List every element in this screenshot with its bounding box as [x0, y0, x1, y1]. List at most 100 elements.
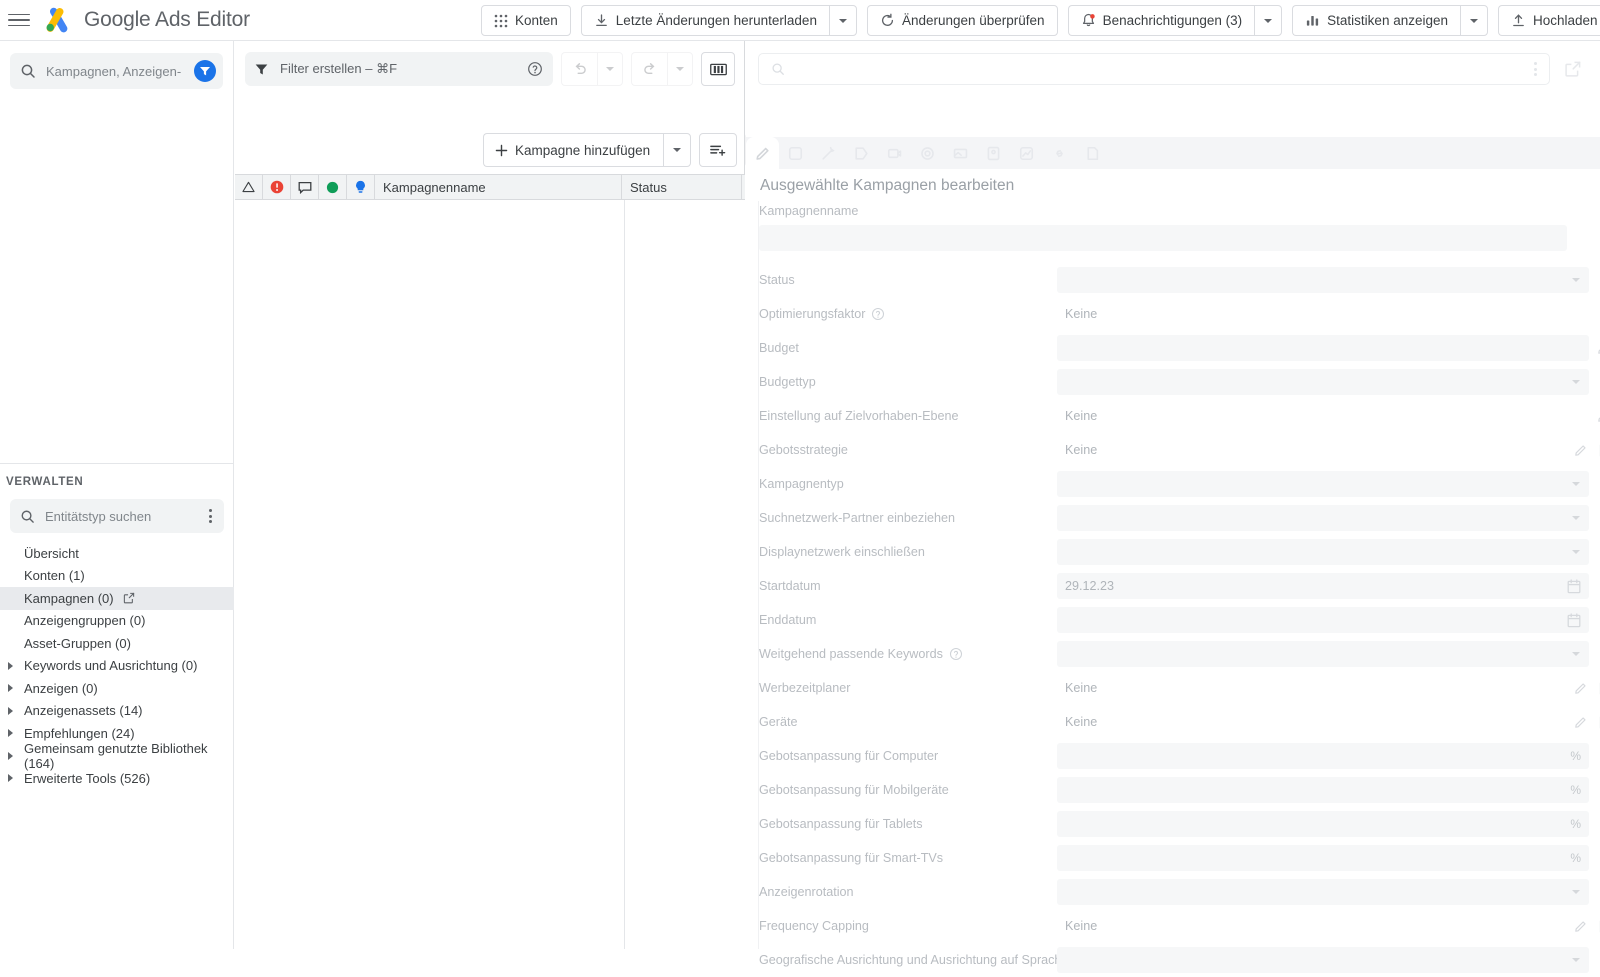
expand-arrow-icon[interactable] [8, 774, 13, 783]
warning-triangle-icon[interactable] [235, 174, 263, 200]
field-select-1[interactable] [1057, 267, 1589, 293]
tab-page-tab[interactable] [1076, 137, 1109, 169]
help-icon[interactable] [871, 307, 885, 321]
entity-type-search-input[interactable]: Entitätstyp suchen [10, 499, 224, 533]
redo-button[interactable] [631, 52, 667, 86]
field-select-21[interactable] [1057, 947, 1589, 973]
open-external-icon[interactable] [123, 592, 135, 604]
filter-icon-button[interactable] [194, 60, 216, 82]
tab-image-tab[interactable] [944, 137, 977, 169]
form-row-2: Optimierungsfaktor Keine [759, 297, 1589, 331]
field-select-9[interactable] [1057, 539, 1589, 565]
field-percent-15[interactable]: % [1057, 743, 1589, 769]
expand-arrow-icon[interactable] [8, 706, 13, 715]
field-input-3[interactable] [1057, 335, 1600, 361]
notifications-button[interactable]: Benachrichtigungen (3) [1067, 5, 1255, 36]
tab-magic-tab[interactable] [812, 137, 845, 169]
field-label-6: Gebotsstrategie [759, 443, 1057, 457]
field-select-12[interactable] [1057, 641, 1589, 667]
download-recent-changes-button[interactable]: Letzte Änderungen herunterladen [580, 5, 829, 36]
field-percent-16[interactable]: % [1057, 777, 1589, 803]
edit-panel-more-options-icon[interactable] [1530, 60, 1541, 78]
calendar-icon[interactable] [1567, 578, 1581, 594]
show-statistics-button[interactable]: Statistiken anzeigen [1292, 5, 1460, 36]
sidebar-item-6[interactable]: Anzeigen (0) [0, 677, 234, 700]
sidebar-item-9[interactable]: Gemeinsam genutzte Bibliothek (164) [0, 741, 234, 771]
field-percent-18[interactable]: % [1057, 845, 1589, 871]
sidebar-item-4[interactable]: Asset-Gruppen (0) [0, 632, 234, 655]
field-select-4[interactable] [1057, 369, 1589, 395]
location-icon [985, 145, 1002, 162]
bar-chart-icon [1305, 13, 1320, 28]
tab-target-tab[interactable] [911, 137, 944, 169]
column-header-campaign-name[interactable]: Kampagnenname [375, 174, 622, 200]
field-text-20[interactable]: Keine [1057, 913, 1600, 939]
open-external-icon[interactable] [1558, 54, 1588, 84]
edit-pencil-icon[interactable] [1596, 409, 1600, 424]
column-header-status[interactable]: Status [622, 174, 742, 200]
download-recent-changes-dropdown[interactable] [828, 5, 857, 36]
campaign-table-body[interactable] [235, 200, 745, 949]
statistics-dropdown[interactable] [1460, 5, 1488, 36]
green-dot-icon[interactable] [319, 174, 347, 200]
field-percent-17[interactable]: % [1057, 811, 1589, 837]
edit-pencil-icon[interactable] [1573, 681, 1588, 696]
column-divider-name[interactable] [624, 200, 625, 949]
field-date-11[interactable] [1057, 607, 1589, 633]
accounts-button[interactable]: Konten [481, 5, 571, 36]
field-text-13[interactable]: Keine [1057, 675, 1600, 701]
sidebar-item-0[interactable]: Übersicht [0, 542, 234, 565]
expand-arrow-icon[interactable] [8, 751, 13, 760]
check-changes-button[interactable]: Änderungen überprüfen [866, 5, 1058, 36]
notifications-dropdown[interactable] [1254, 5, 1283, 36]
add-campaign-dropdown[interactable] [663, 133, 692, 167]
tab-location-tab[interactable] [977, 137, 1010, 169]
redo-dropdown[interactable] [667, 52, 693, 86]
sidebar-item-1[interactable]: Konten (1) [0, 565, 234, 588]
create-filter-input[interactable]: Filter erstellen – ⌘F [245, 52, 553, 86]
help-icon[interactable] [949, 647, 963, 661]
help-icon[interactable] [527, 61, 543, 77]
sidebar-item-5[interactable]: Keywords und Ausrichtung (0) [0, 655, 234, 678]
sidebar-item-7[interactable]: Anzeigenassets (14) [0, 700, 234, 723]
field-date-10[interactable]: 29.12.23 [1057, 573, 1589, 599]
campaign-name-input[interactable] [759, 225, 1567, 251]
sidebar-item-3[interactable]: Anzeigengruppen (0) [0, 610, 234, 633]
error-circle-icon[interactable] [263, 174, 291, 200]
undo-dropdown[interactable] [597, 52, 623, 86]
expand-arrow-icon[interactable] [8, 729, 13, 738]
tab-edit-tab[interactable] [746, 137, 779, 169]
upload-button[interactable]: Hochladen [1498, 5, 1600, 36]
sidebar-item-10[interactable]: Erweiterte Tools (526) [0, 767, 234, 790]
edit-pencil-icon[interactable] [1573, 715, 1588, 730]
expand-arrow-icon[interactable] [8, 684, 13, 693]
field-text-14[interactable]: Keine [1057, 709, 1600, 735]
field-text-6[interactable]: Keine [1057, 437, 1600, 463]
menu-icon[interactable] [8, 9, 30, 31]
edit-pencil-icon[interactable] [1573, 443, 1588, 458]
columns-button[interactable] [701, 52, 735, 86]
field-value: Keine [1065, 715, 1098, 729]
undo-button[interactable] [561, 52, 597, 86]
lightbulb-icon[interactable] [347, 174, 375, 200]
expand-arrow-icon[interactable] [8, 661, 13, 670]
edit-panel-search-input[interactable] [758, 53, 1550, 85]
tab-tag-tab[interactable] [845, 137, 878, 169]
calendar-icon[interactable] [1567, 612, 1581, 628]
tab-video-tab[interactable] [878, 137, 911, 169]
field-select-19[interactable] [1057, 879, 1589, 905]
edit-pencil-icon[interactable] [1573, 919, 1588, 934]
add-campaign-button[interactable]: Kampagne hinzufügen [483, 133, 664, 167]
sidebar-item-2[interactable]: Kampagnen (0) [0, 587, 234, 610]
more-options-icon[interactable] [205, 507, 216, 525]
edit-pencil-icon[interactable] [1596, 341, 1600, 356]
field-select-7[interactable] [1057, 471, 1589, 497]
field-text-5[interactable]: Keine [1057, 403, 1600, 429]
field-select-8[interactable] [1057, 505, 1589, 531]
tab-link-tab[interactable] [1043, 137, 1076, 169]
make-multiple-changes-button[interactable] [699, 133, 738, 167]
global-search-input[interactable]: Kampagnen, Anzeigen- oder ... [10, 53, 223, 89]
comment-icon[interactable] [291, 174, 319, 200]
tab-chart-tab[interactable] [1010, 137, 1043, 169]
tab-download-tab[interactable] [779, 137, 812, 169]
